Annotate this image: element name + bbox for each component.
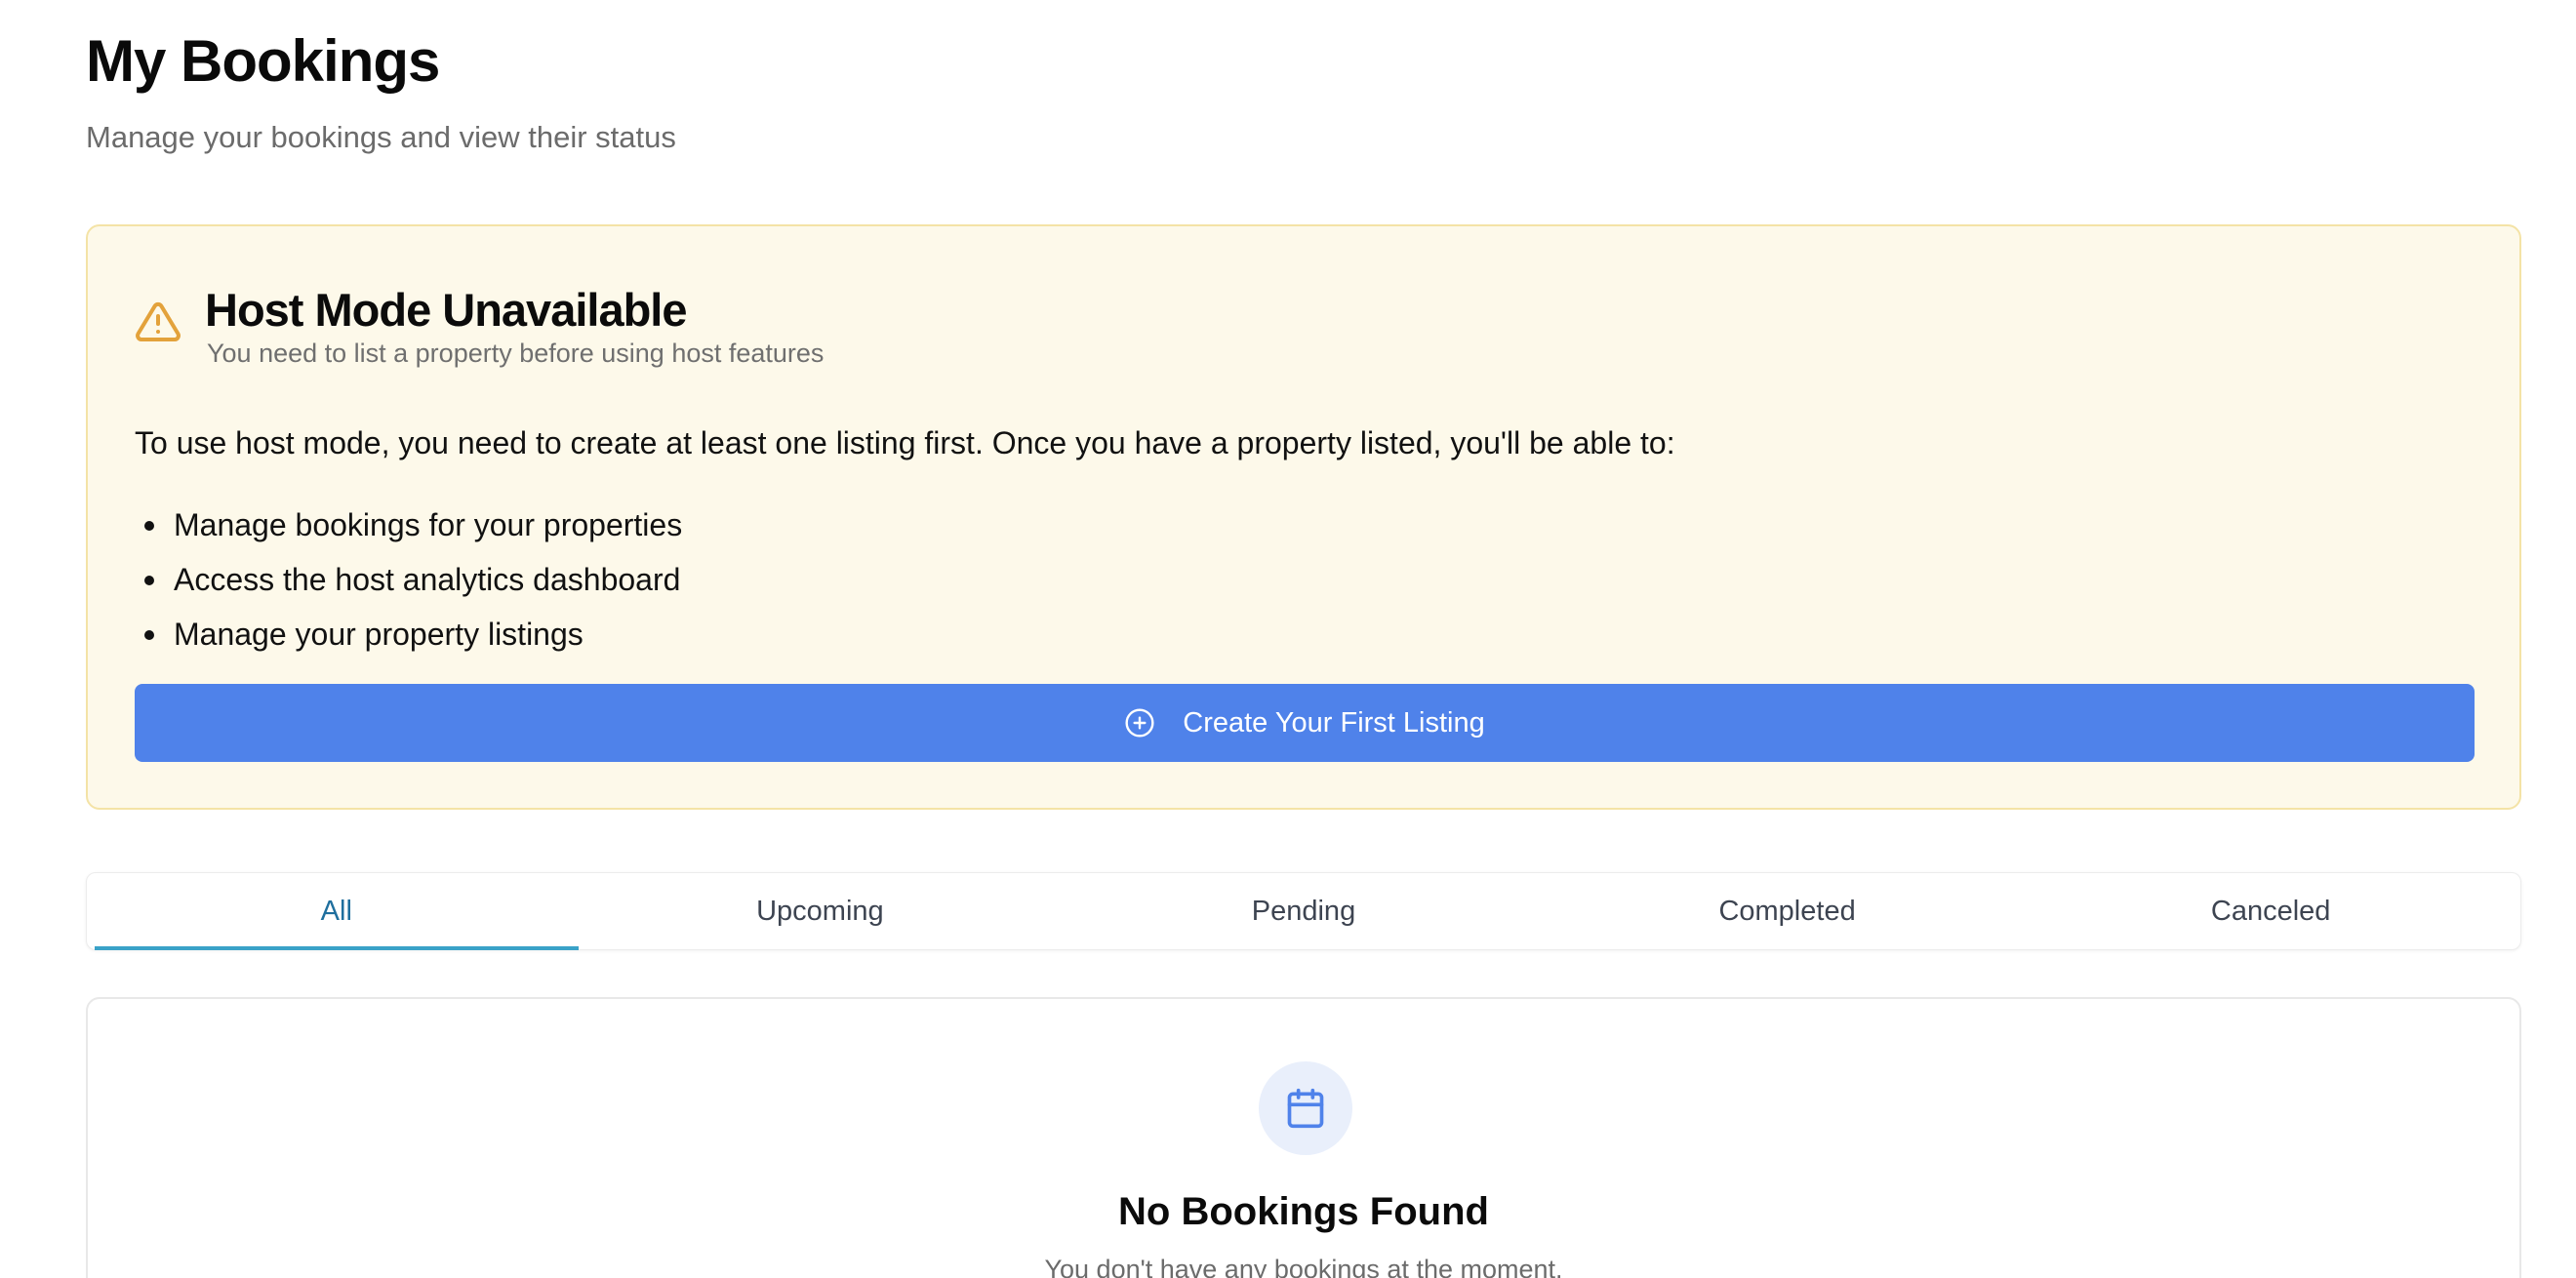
bullet-dot [144, 521, 154, 531]
bullet-dot [144, 576, 154, 585]
tab-completed[interactable]: Completed [1546, 873, 2030, 949]
page-subtitle: Manage your bookings and view their stat… [86, 120, 676, 154]
tab-all[interactable]: All [95, 873, 579, 950]
empty-bookings-state: No Bookings Found You don't have any boo… [86, 997, 2521, 1278]
feature-label: Access the host analytics dashboard [174, 562, 681, 597]
feature-label: Manage bookings for your properties [174, 507, 683, 542]
empty-icon-circle [1259, 1061, 1352, 1155]
create-listing-label: Create Your First Listing [1183, 706, 1485, 739]
calendar-icon [1287, 1088, 1324, 1129]
tab-pending[interactable]: Pending [1062, 873, 1546, 949]
warning-triangle-icon [136, 301, 181, 341]
feature-label: Manage your property listings [174, 617, 584, 652]
alert-body-text: To use host mode, you need to create at … [135, 425, 1675, 460]
plus-circle-icon [1125, 708, 1154, 738]
tab-upcoming[interactable]: Upcoming [579, 873, 1063, 949]
bookings-page: My Bookings Manage your bookings and vie… [0, 0, 2576, 1278]
create-first-listing-button[interactable]: Create Your First Listing [135, 684, 2475, 762]
list-item: Manage bookings for your properties [135, 498, 682, 552]
bullet-dot [144, 630, 154, 640]
host-feature-list: Manage bookings for your properties Acce… [135, 498, 682, 661]
tab-canceled[interactable]: Canceled [2029, 873, 2513, 949]
list-item: Access the host analytics dashboard [135, 552, 682, 607]
alert-title: Host Mode Unavailable [205, 284, 687, 336]
list-item: Manage your property listings [135, 607, 682, 661]
host-mode-alert: Host Mode Unavailable You need to list a… [86, 224, 2521, 810]
booking-status-tabs: All Upcoming Pending Completed Canceled [86, 872, 2521, 950]
alert-subtitle: You need to list a property before using… [207, 339, 825, 368]
empty-state-subtitle: You don't have any bookings at the momen… [1044, 1255, 1563, 1278]
empty-state-title: No Bookings Found [1118, 1190, 1489, 1233]
page-title: My Bookings [86, 28, 440, 94]
